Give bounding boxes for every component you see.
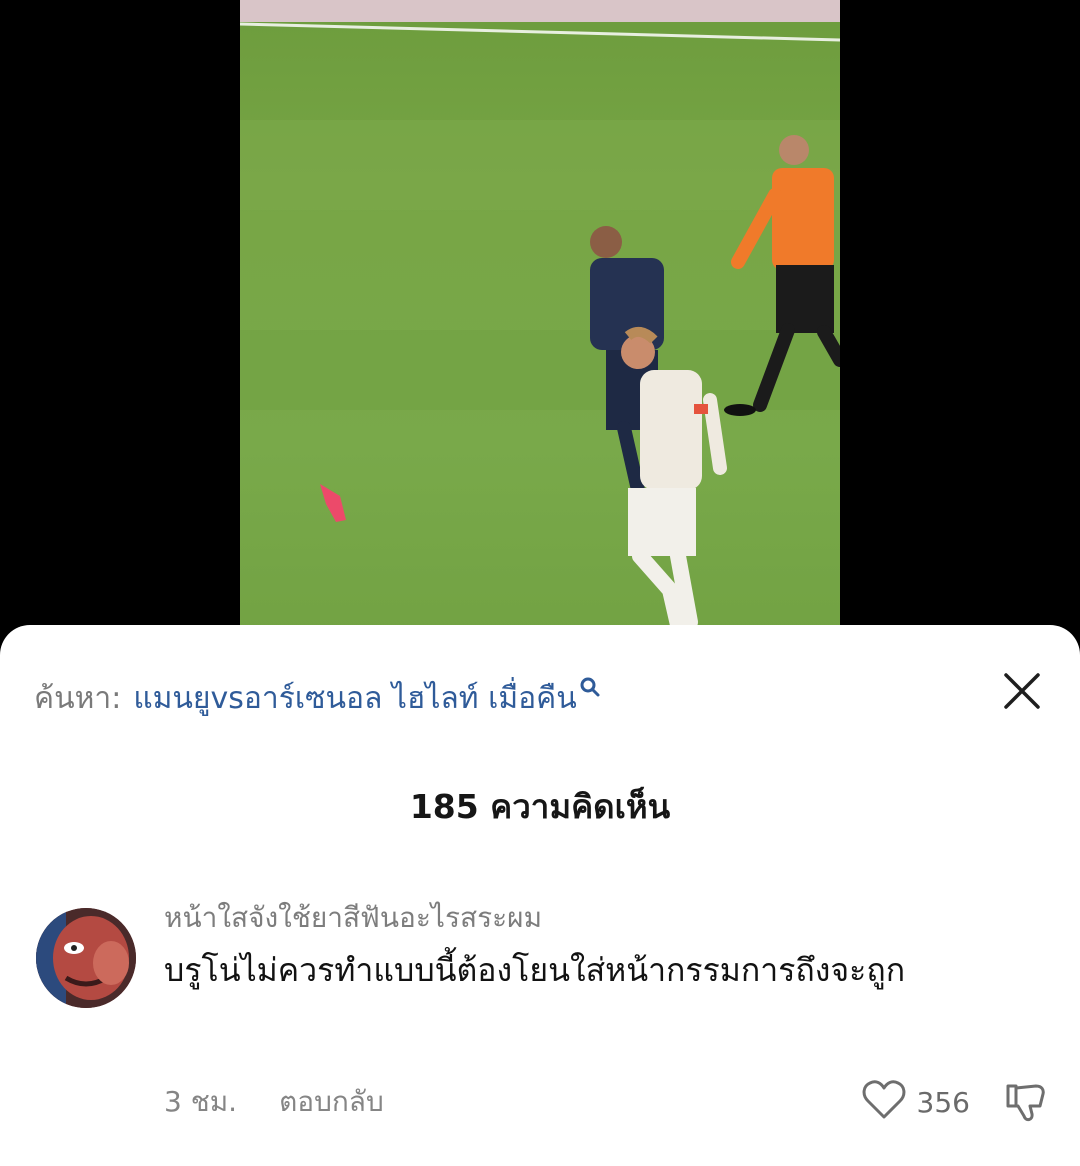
comments-sheet: ค้นหา: แมนยูvsอาร์เซนอล ไฮไลท์ เมื่อคืน … <box>0 625 1080 1166</box>
comment-username[interactable]: หน้าใสจังใช้ยาสีฟันอะไรสระผม <box>164 900 1050 936</box>
close-icon[interactable] <box>1002 671 1042 711</box>
search-label: ค้นหา: <box>34 680 122 716</box>
like-group: 356 <box>861 1080 970 1124</box>
video-scene <box>240 0 840 633</box>
thumbs-down-icon[interactable] <box>1002 1080 1050 1128</box>
search-term-link[interactable]: แมนยูvsอาร์เซนอล ไฮไลท์ เมื่อคืน <box>133 675 576 722</box>
stadium-boards <box>240 0 840 22</box>
reply-button[interactable]: ตอบกลับ <box>279 1080 384 1124</box>
search-suggestion[interactable]: ค้นหา: แมนยูvsอาร์เซนอล ไฮไลท์ เมื่อคืน <box>34 673 1046 723</box>
pitch-line <box>240 22 840 42</box>
comment-text: บรูโน่ไม่ควรทำแบบนี้ต้องโยนใส่หน้ากรรมกา… <box>164 951 906 989</box>
thrown-object <box>320 484 346 522</box>
heart-icon[interactable] <box>861 1079 907 1125</box>
search-icon[interactable] <box>579 676 601 702</box>
video-frame[interactable] <box>240 0 840 640</box>
comment-count-title: 185 ความคิดเห็น <box>409 787 671 826</box>
video-player[interactable] <box>0 0 1080 640</box>
comment-timestamp: 3 ชม. <box>164 1085 238 1118</box>
like-count: 356 <box>916 1085 970 1119</box>
comment-meta: 3 ชม. ตอบกลับ 356 <box>164 1080 1050 1124</box>
avatar[interactable] <box>36 908 136 1008</box>
